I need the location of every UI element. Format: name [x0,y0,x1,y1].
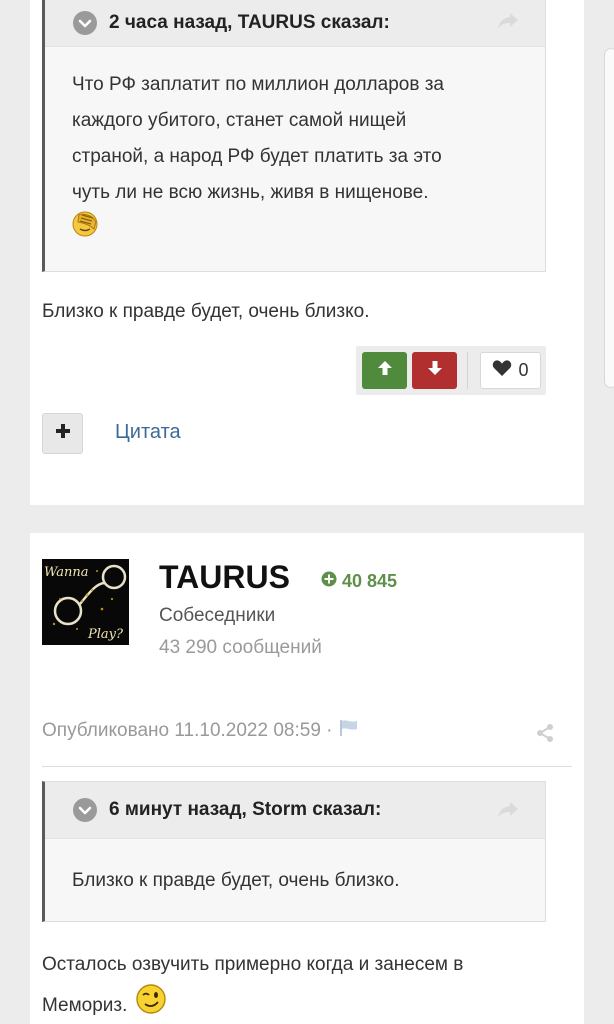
share-arrow-icon[interactable] [497,800,519,825]
quote-line: Что РФ заплатит по миллион долларов за [72,74,444,95]
user-group: Собеседники [159,605,276,626]
author-name[interactable]: TAURUS [159,559,290,596]
arrow-up-icon [376,359,394,382]
divider [467,352,468,389]
post-card: 2 часа назад, TAURUS сказал: Что РФ запл… [30,0,584,505]
downvote-button[interactable] [412,352,457,389]
wink-emoji-icon [135,983,167,1024]
post-line: Мемориз. [42,994,128,1016]
quote-line: страной, а народ РФ будет платить за это [72,146,442,167]
plus-circle-icon [321,571,337,592]
quote-title: 6 минут назад, Storm сказал: [109,799,382,820]
post-count: 43 290 сообщений [159,637,322,658]
reputation-value: 40 845 [342,571,398,591]
like-count: 0 [518,360,529,380]
arrow-down-icon [426,359,444,382]
publish-date: Опубликовано 11.10.2022 08:59 · [42,720,333,741]
post-card: Wanna Play? TAURUS 40 845 Собеседники 43… [30,533,584,1024]
share-icon[interactable] [535,723,555,748]
post-line: Осталось озвучить примерно когда и занес… [42,954,464,975]
reputation-controls: 0 [356,346,546,395]
reputation-badge: 40 845 [321,571,397,592]
post-divider [42,766,572,767]
multiquote-button[interactable] [42,413,83,454]
heart-icon [492,359,512,382]
quote-line: Близко к правде будет, очень близко. [72,870,400,891]
quote-line: чуть ли не всю жизнь, живя в нищенове. [72,182,429,203]
quote-content: Что РФ заплатит по миллион долларов за к… [45,47,545,247]
quote-title: 2 часа назад, TAURUS сказал: [109,11,390,33]
flag-icon[interactable] [339,719,359,743]
chevron-down-icon[interactable] [73,798,97,822]
post-body-text: Осталось озвучить примерно когда и занес… [42,947,463,1024]
chevron-down-icon[interactable] [73,10,97,35]
facepalm-emoji-icon [72,209,100,250]
quote-content: Близко к правде будет, очень близко. [45,839,545,899]
quote-link[interactable]: Цитата [115,421,181,444]
quote-block: 2 часа назад, TAURUS сказал: Что РФ запл… [42,0,546,272]
scrollbar[interactable] [604,48,614,388]
plus-icon [55,423,71,444]
quote-header[interactable]: 2 часа назад, TAURUS сказал: [45,0,545,47]
post-meta: Опубликовано 11.10.2022 08:59 · [42,719,359,743]
quote-line: каждого убитого, станет самой нищей [72,110,407,131]
quote-header[interactable]: 6 минут назад, Storm сказал: [45,782,545,839]
like-button[interactable]: 0 [480,352,541,389]
quote-block: 6 минут назад, Storm сказал: Близко к пр… [42,781,546,922]
svg-text:Wanna: Wanna [44,565,88,580]
svg-text:Play?: Play? [87,627,124,642]
share-arrow-icon[interactable] [497,11,519,36]
post-body-text: Близко к правде будет, очень близко. [42,301,370,322]
upvote-button[interactable] [362,352,407,389]
avatar[interactable]: Wanna Play? [42,559,129,645]
